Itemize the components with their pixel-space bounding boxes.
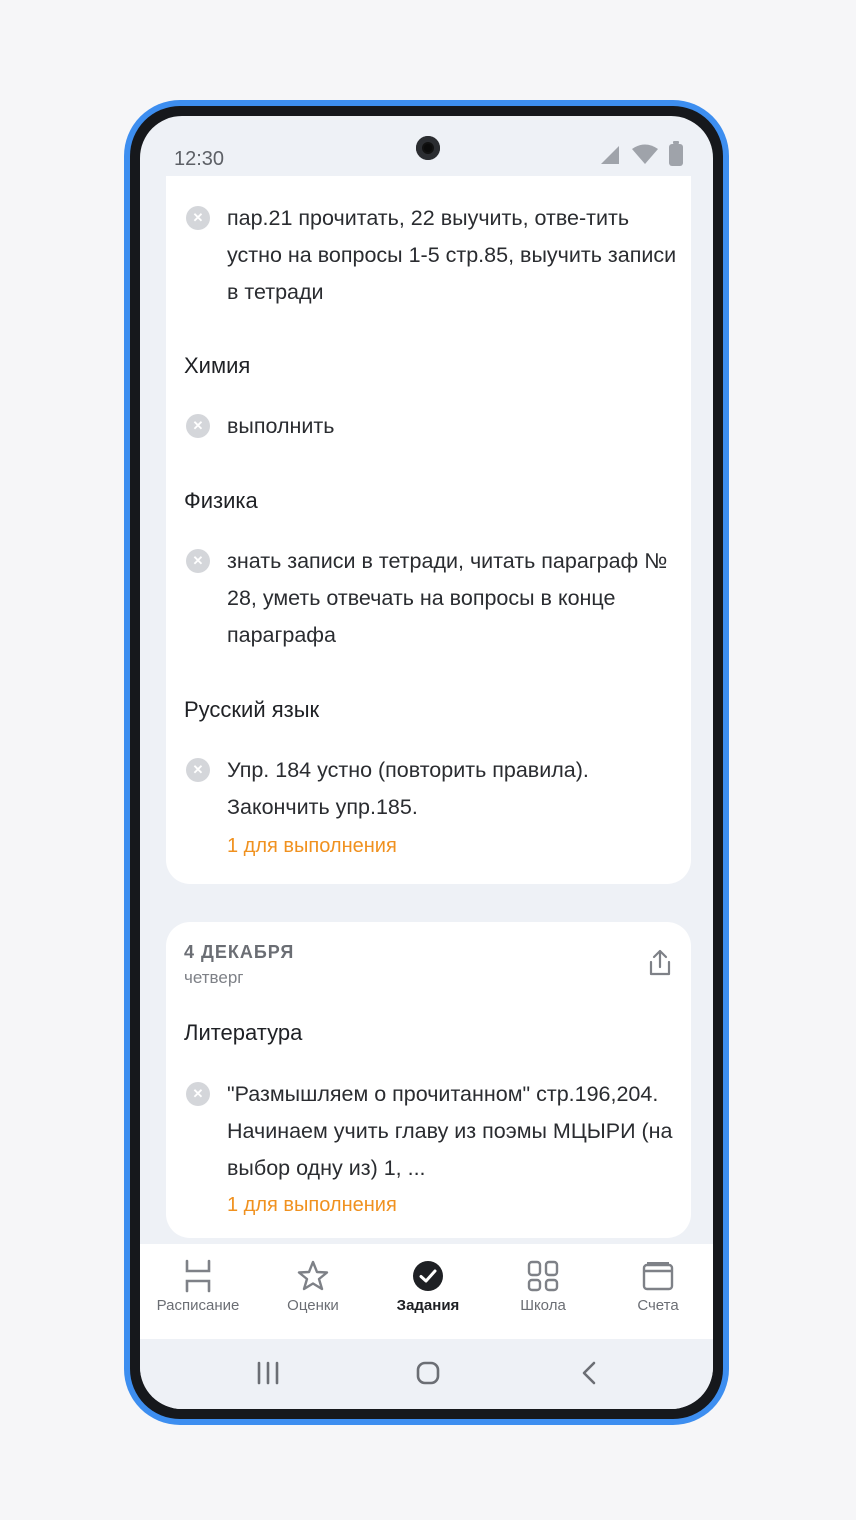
day-card: 4 ДЕКАБРЯ четверг Литература ✕ "Размышля… <box>166 922 691 1238</box>
star-icon <box>297 1260 329 1291</box>
tab-label: Оценки <box>287 1297 339 1314</box>
cancel-status-icon: ✕ <box>186 414 210 438</box>
subject-title: Химия <box>184 353 251 378</box>
wifi-icon <box>632 144 658 164</box>
task-text: "Размышляем о прочитанном" стр.196,204. … <box>227 1082 673 1180</box>
subject-title: Литература <box>184 1020 303 1045</box>
date-title: 4 ДЕКАБРЯ <box>184 942 295 962</box>
homework-list[interactable]: ✕ пар.21 прочитать, 22 выучить, отве-тит… <box>140 176 713 1244</box>
system-nav-bar <box>140 1339 713 1409</box>
pending-count[interactable]: 1 для выполнения <box>227 1194 397 1217</box>
tab-school[interactable]: Школа <box>487 1259 599 1314</box>
back-icon[interactable] <box>580 1361 598 1385</box>
home-icon[interactable] <box>416 1361 440 1385</box>
task-text: пар.21 прочитать, 22 выучить, отве-тить … <box>227 206 677 304</box>
pending-count[interactable]: 1 для выполнения <box>227 835 397 858</box>
phone-frame: 12:30 ✕ пар.21 прочитать, 22 выучить, от… <box>124 100 729 1425</box>
task-text: Упр. 184 устно (повторить правила). Зако… <box>227 758 589 819</box>
tab-accounts[interactable]: Счета <box>602 1259 713 1314</box>
tab-schedule[interactable]: Расписание <box>142 1259 254 1314</box>
tab-label: Задания <box>396 1297 460 1314</box>
tab-label: Расписание <box>156 1297 240 1314</box>
phone-bezel: 12:30 ✕ пар.21 прочитать, 22 выучить, от… <box>130 106 723 1419</box>
weekday-label: четверг <box>184 968 244 987</box>
signal-icon <box>601 146 619 164</box>
subject-title: Русский язык <box>184 697 320 722</box>
task-text: выполнить <box>227 414 335 438</box>
cancel-status-icon: ✕ <box>186 758 210 782</box>
status-icons <box>599 141 683 166</box>
screen: 12:30 ✕ пар.21 прочитать, 22 выучить, от… <box>140 116 713 1409</box>
camera-cutout <box>416 136 440 160</box>
recent-apps-icon[interactable] <box>255 1361 281 1385</box>
tab-label: Счета <box>637 1297 679 1314</box>
tab-label: Школа <box>520 1297 566 1314</box>
tab-tasks[interactable]: Задания <box>372 1259 484 1314</box>
status-time: 12:30 <box>174 148 225 170</box>
share-icon[interactable] <box>647 948 673 978</box>
cancel-status-icon: ✕ <box>186 1082 210 1106</box>
tab-grades[interactable]: Оценки <box>257 1259 369 1314</box>
subject-title: Физика <box>184 488 258 513</box>
battery-icon <box>669 141 683 166</box>
day-card: ✕ пар.21 прочитать, 22 выучить, отве-тит… <box>166 176 691 884</box>
status-bar: 12:30 <box>140 116 713 176</box>
bottom-tab-bar: Расписание Оценки Задания Школа Счета <box>140 1244 713 1339</box>
grid-icon <box>527 1260 559 1292</box>
check-circle-icon <box>413 1261 443 1291</box>
task-text: знать записи в тетради, читать параграф … <box>227 549 668 647</box>
schedule-icon <box>185 1259 211 1293</box>
cancel-status-icon: ✕ <box>186 549 210 573</box>
wallet-icon <box>642 1262 674 1291</box>
cancel-status-icon: ✕ <box>186 206 210 230</box>
